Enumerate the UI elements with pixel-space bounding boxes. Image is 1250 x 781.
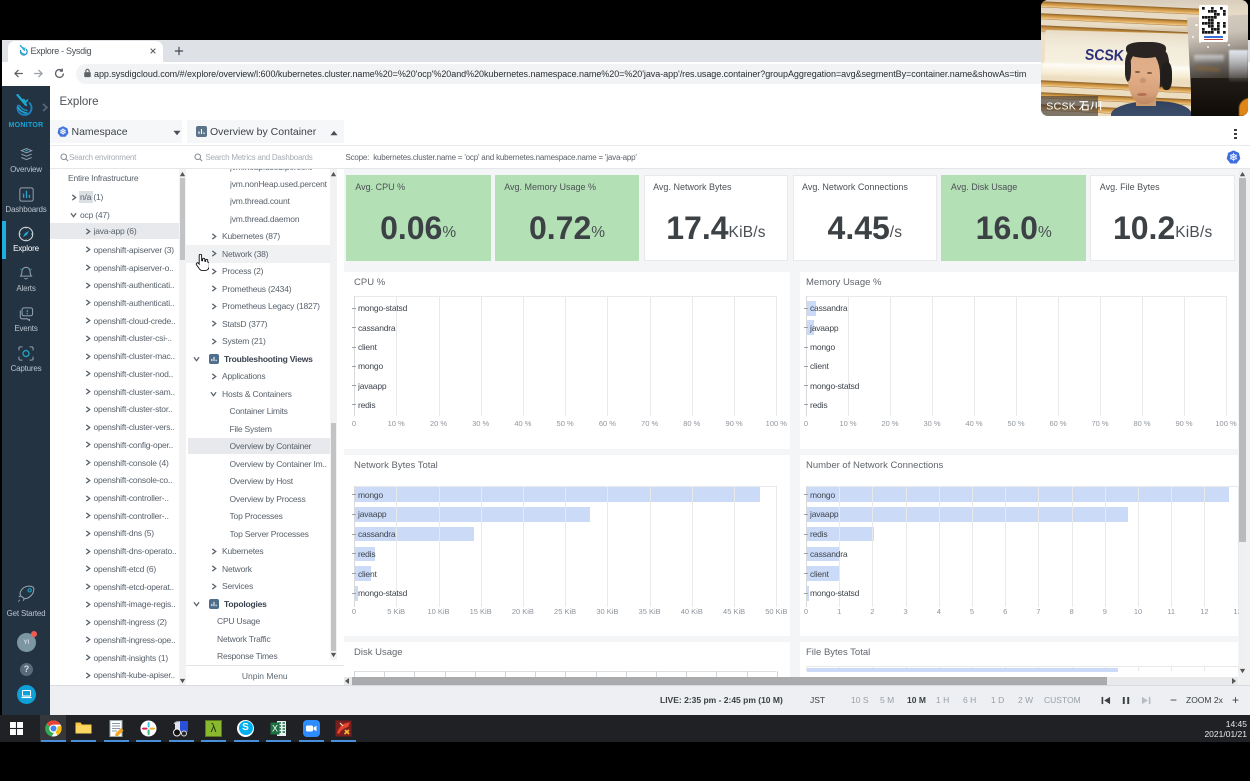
svg-text:X: X xyxy=(271,723,277,733)
